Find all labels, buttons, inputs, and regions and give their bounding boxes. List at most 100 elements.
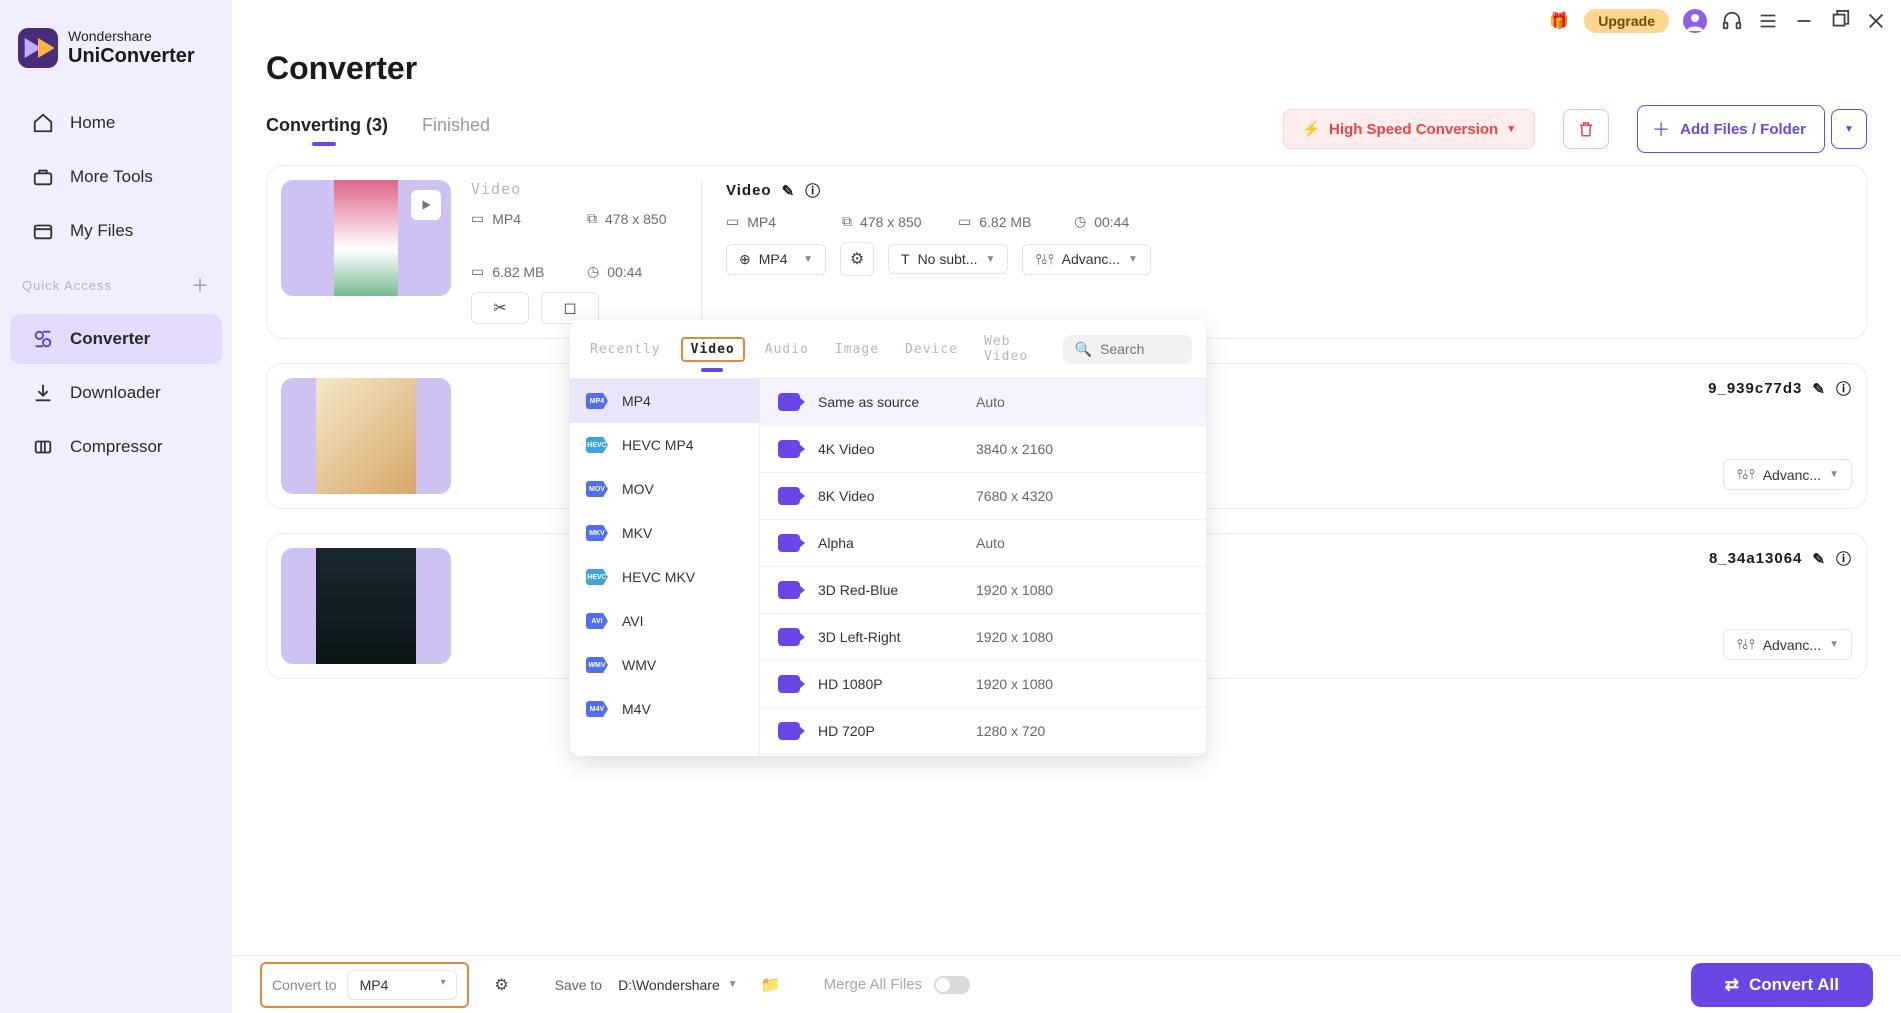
popup-search[interactable]: 🔍 bbox=[1063, 335, 1192, 364]
thumbnail[interactable] bbox=[281, 378, 451, 494]
settings-button[interactable]: ⚙ bbox=[840, 242, 874, 276]
meta-resolution: ⧉478 x 850 bbox=[587, 210, 667, 227]
close-icon[interactable] bbox=[1865, 10, 1887, 32]
format-item[interactable]: M4V bbox=[570, 687, 759, 731]
folder-button[interactable]: 📁 bbox=[754, 968, 788, 1002]
settings-button[interactable]: ⚙ bbox=[485, 968, 519, 1002]
resolution-item[interactable]: HD 1080P1920 x 1080 bbox=[760, 661, 1206, 708]
main-area: 🎁 Upgrade Converter Converting (3) Finis… bbox=[232, 0, 1901, 1013]
format-item[interactable]: AVI bbox=[570, 599, 759, 643]
headset-icon[interactable] bbox=[1721, 10, 1743, 32]
video-icon bbox=[778, 393, 800, 411]
sidebar-item-home[interactable]: Home bbox=[10, 98, 222, 148]
popup-tab-webvideo[interactable]: Web Video bbox=[978, 330, 1049, 368]
info-icon[interactable]: ⓘ bbox=[805, 180, 821, 201]
quick-access-header: Quick Access ＋ bbox=[0, 258, 232, 312]
toolbar: Converting (3) Finished ⚡ High Speed Con… bbox=[232, 105, 1901, 165]
video-icon bbox=[778, 440, 800, 458]
tabs: Converting (3) Finished bbox=[266, 115, 490, 144]
menu-icon[interactable] bbox=[1757, 10, 1779, 32]
folder-icon: ▭ bbox=[958, 213, 971, 230]
upgrade-button[interactable]: Upgrade bbox=[1584, 9, 1669, 33]
format-item[interactable]: WMV bbox=[570, 643, 759, 687]
sidebar-item-myfiles[interactable]: My Files bbox=[10, 206, 222, 256]
format-item[interactable]: HEVC MP4 bbox=[570, 423, 759, 467]
meta-size: ▭6.82 MB bbox=[471, 263, 551, 280]
logo-icon bbox=[18, 28, 58, 68]
resolution-item[interactable]: 4K Video3840 x 2160 bbox=[760, 426, 1206, 473]
equalizer-icon: ⫯⫰⫯ bbox=[1035, 251, 1053, 268]
trim-button[interactable]: ✂ bbox=[471, 292, 529, 324]
thumbnail[interactable] bbox=[281, 548, 451, 664]
convert-all-label: Convert All bbox=[1749, 975, 1839, 995]
convert-to-select[interactable]: MP4 bbox=[347, 970, 457, 1000]
resolution-item[interactable]: 3D Red-Blue1920 x 1080 bbox=[760, 567, 1206, 614]
app-logo: Wondershare UniConverter bbox=[0, 18, 232, 96]
save-to-value: D:\Wondershare bbox=[618, 977, 720, 993]
popup-tab-image[interactable]: Image bbox=[829, 338, 885, 361]
convert-all-button[interactable]: ⇄ Convert All bbox=[1691, 963, 1873, 1007]
format-select[interactable]: ⊕MP4▼ bbox=[726, 244, 826, 275]
subtitle-select[interactable]: TNo subt...▼ bbox=[888, 244, 1008, 274]
resolution-list: Same as sourceAuto 4K Video3840 x 2160 8… bbox=[760, 379, 1206, 756]
convert-icon: ⇄ bbox=[1725, 975, 1739, 995]
bolt-icon: ⚡ bbox=[1302, 120, 1321, 138]
popup-tab-device[interactable]: Device bbox=[899, 338, 964, 361]
thumbnail[interactable] bbox=[281, 180, 451, 296]
minimize-icon[interactable] bbox=[1793, 10, 1815, 32]
resolution-item[interactable]: 8K Video7680 x 4320 bbox=[760, 473, 1206, 520]
plus-icon[interactable]: ＋ bbox=[191, 272, 210, 298]
info-icon[interactable]: ⓘ bbox=[1836, 378, 1852, 399]
sidebar-item-converter[interactable]: Converter bbox=[10, 314, 222, 364]
popup-tab-video[interactable]: Video bbox=[681, 337, 745, 362]
high-speed-button[interactable]: ⚡ High Speed Conversion ▼ bbox=[1283, 109, 1535, 149]
avatar-icon[interactable] bbox=[1683, 9, 1707, 33]
save-to-select[interactable]: D:\Wondershare ▼ bbox=[618, 977, 738, 993]
sidebar-item-compressor[interactable]: Compressor bbox=[10, 422, 222, 472]
maximize-icon[interactable] bbox=[1829, 10, 1851, 32]
edit-icon[interactable]: ✎ bbox=[1812, 550, 1826, 568]
format-item[interactable]: HEVC MKV bbox=[570, 555, 759, 599]
resolution-item[interactable]: 3D Left-Right1920 x 1080 bbox=[760, 614, 1206, 661]
popup-tabs: Recently Video Audio Image Device Web Vi… bbox=[570, 320, 1206, 379]
quick-access-label: Quick Access bbox=[22, 278, 112, 293]
merge-switch[interactable] bbox=[934, 976, 970, 994]
scissors-icon: ✂ bbox=[493, 298, 506, 318]
logo-text: Wondershare UniConverter bbox=[68, 29, 195, 66]
chevron-down-icon: ▼ bbox=[1844, 124, 1854, 135]
gift-icon[interactable]: 🎁 bbox=[1548, 10, 1570, 32]
merge-toggle: Merge All Files bbox=[824, 976, 970, 994]
play-icon bbox=[411, 190, 441, 220]
add-files-dropdown[interactable]: ▼ bbox=[1831, 109, 1867, 149]
search-input[interactable] bbox=[1100, 341, 1180, 357]
format-item[interactable]: MOV bbox=[570, 467, 759, 511]
tab-converting[interactable]: Converting (3) bbox=[266, 115, 388, 144]
advanced-select[interactable]: ⫯⫰⫯Advanc...▼ bbox=[1723, 629, 1852, 660]
equalizer-icon: ⫯⫰⫯ bbox=[1736, 466, 1754, 483]
sidebar-item-label: Compressor bbox=[70, 437, 163, 457]
format-item[interactable]: MP4 bbox=[570, 379, 759, 423]
sidebar-item-moretools[interactable]: More Tools bbox=[10, 152, 222, 202]
m4v-icon bbox=[586, 701, 608, 717]
advanced-select[interactable]: ⫯⫰⫯Advanc...▼ bbox=[1022, 244, 1151, 275]
resolution-item[interactable]: Same as sourceAuto bbox=[760, 379, 1206, 426]
advanced-select[interactable]: ⫯⫰⫯Advanc...▼ bbox=[1723, 459, 1852, 490]
page-title: Converter bbox=[232, 36, 1901, 105]
download-icon bbox=[32, 382, 54, 404]
folder-icon: ▭ bbox=[471, 263, 484, 280]
resolution-item[interactable]: AlphaAuto bbox=[760, 520, 1206, 567]
resolution-item[interactable]: HD 720P1280 x 720 bbox=[760, 708, 1206, 755]
titlebar: 🎁 Upgrade bbox=[232, 0, 1901, 36]
format-item[interactable]: MKV bbox=[570, 511, 759, 555]
sidebar-item-downloader[interactable]: Downloader bbox=[10, 368, 222, 418]
tab-finished[interactable]: Finished bbox=[422, 115, 490, 144]
trash-button[interactable] bbox=[1563, 109, 1609, 149]
edit-icon[interactable]: ✎ bbox=[1812, 380, 1826, 398]
chevron-down-icon: ▼ bbox=[1506, 124, 1516, 135]
info-icon[interactable]: ⓘ bbox=[1836, 548, 1852, 569]
edit-icon[interactable]: ✎ bbox=[782, 182, 796, 200]
add-files-button[interactable]: ＋ Add Files / Folder bbox=[1637, 105, 1825, 153]
save-to-label: Save to bbox=[555, 977, 602, 993]
popup-tab-audio[interactable]: Audio bbox=[759, 338, 815, 361]
popup-tab-recently[interactable]: Recently bbox=[584, 338, 667, 361]
